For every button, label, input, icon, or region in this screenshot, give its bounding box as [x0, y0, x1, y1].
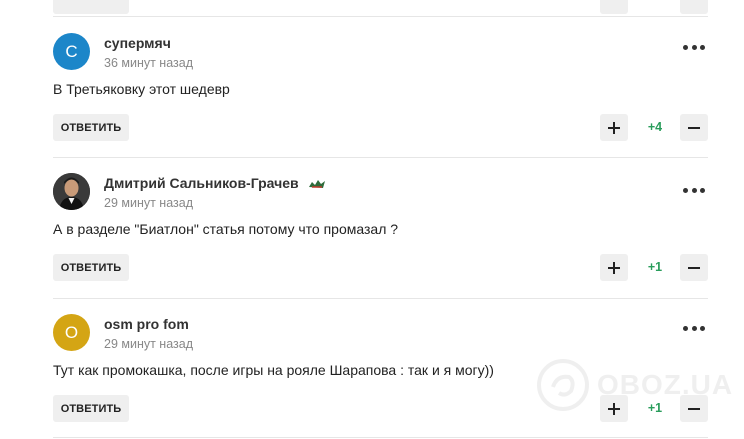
vote-score: +4	[647, 120, 663, 134]
reply-button[interactable]: Ответить	[53, 254, 129, 281]
comment-author[interactable]: Дмитрий Сальников-Грачев	[104, 175, 325, 191]
comment-item: C супермяч 36 минут назад В Третьяковку …	[0, 17, 744, 157]
previous-comment-actions	[0, 0, 744, 17]
comment-item: Дмитрий Сальников-Грачев 29 минут назад …	[0, 157, 744, 297]
plus-icon	[608, 121, 620, 134]
comment-time: 29 минут назад	[104, 196, 193, 210]
author-name: Дмитрий Сальников-Грачев	[104, 175, 299, 191]
comment-divider	[53, 437, 708, 438]
comment-time: 36 минут назад	[104, 56, 193, 70]
comment-text: А в разделе "Биатлон" статья потому что …	[53, 221, 399, 237]
downvote-button[interactable]	[680, 254, 708, 281]
minus-icon	[688, 126, 700, 129]
comment-text: В Третьяковку этот шедевр	[53, 81, 230, 97]
watermark-text: OBOZ.UA	[597, 369, 734, 400]
comment-time: 29 минут назад	[104, 337, 193, 351]
comment-text: Тут как промокашка, после игры на рояле …	[53, 362, 494, 378]
watermark-logo-icon	[537, 359, 589, 411]
watermark: OBOZ.UA	[535, 355, 735, 415]
upvote-button[interactable]	[600, 114, 628, 141]
user-photo-icon	[53, 173, 90, 210]
avatar[interactable]: C	[53, 33, 90, 70]
downvote-button[interactable]	[680, 114, 708, 141]
previous-reply-button[interactable]	[53, 0, 129, 14]
comment-author[interactable]: супермяч	[104, 35, 171, 51]
avatar-letter: O	[64, 322, 79, 342]
plus-icon	[608, 261, 620, 274]
avatar[interactable]	[53, 173, 90, 210]
previous-upvote-button[interactable]	[600, 0, 628, 14]
upvote-button[interactable]	[600, 254, 628, 281]
avatar-letter: C	[65, 41, 78, 61]
previous-downvote-button[interactable]	[680, 0, 708, 14]
avatar[interactable]: O	[53, 314, 90, 351]
comment-author[interactable]: osm pro fom	[104, 316, 189, 332]
reply-button[interactable]: Ответить	[53, 114, 129, 141]
club-badge-icon	[308, 180, 325, 189]
more-dots-icon[interactable]	[683, 43, 705, 51]
more-dots-icon[interactable]	[683, 186, 705, 194]
minus-icon	[688, 266, 700, 269]
reply-button[interactable]: Ответить	[53, 395, 129, 422]
more-dots-icon[interactable]	[683, 324, 705, 332]
vote-score: +1	[647, 260, 663, 274]
